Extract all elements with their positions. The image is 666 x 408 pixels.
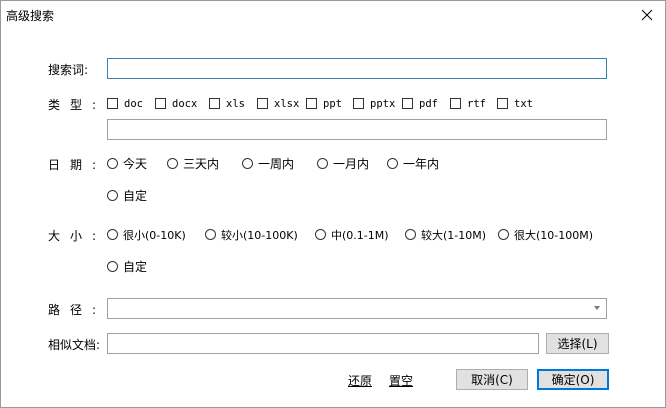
advanced-search-dialog: 高级搜索 搜索词: 类型: doc docx xls xlsx ppt pptx… (0, 0, 666, 408)
path-label: 路径: (48, 303, 107, 317)
date-label: 日期: (48, 158, 107, 172)
size-tiny-radio[interactable]: 很小(0-10K) (107, 227, 186, 243)
type-label: 类型: (48, 98, 107, 112)
similar-docs-input[interactable] (107, 333, 539, 354)
date-custom-radio[interactable]: 自定 (107, 187, 147, 204)
date-month-radio[interactable]: 一月内 (317, 155, 369, 172)
similar-docs-label: 相似文档: (48, 338, 101, 352)
type-custom-input[interactable] (107, 119, 607, 140)
type-xls-checkbox[interactable]: xls (209, 98, 245, 110)
type-doc-checkbox[interactable]: doc (107, 98, 143, 110)
cancel-button[interactable]: 取消(C) (456, 369, 528, 390)
restore-link[interactable]: 还原 (348, 372, 372, 389)
date-3days-radio[interactable]: 三天内 (167, 155, 219, 172)
chevron-down-icon (594, 306, 600, 310)
type-pptx-checkbox[interactable]: pptx (353, 98, 395, 110)
path-dropdown[interactable] (107, 298, 607, 319)
type-pdf-checkbox[interactable]: pdf (402, 98, 438, 110)
search-term-label: 搜索词: (48, 63, 89, 77)
type-rtf-checkbox[interactable]: rtf (450, 98, 486, 110)
window-title: 高级搜索 (6, 9, 55, 23)
date-today-radio[interactable]: 今天 (107, 155, 147, 172)
date-options: 今天 三天内 一周内 一月内 一年内 (107, 156, 607, 171)
size-custom-radio[interactable]: 自定 (107, 258, 147, 275)
size-options: 很小(0-10K) 较小(10-100K) 中(0.1-1M) 较大(1-10M… (107, 227, 607, 242)
type-txt-checkbox[interactable]: txt (497, 98, 533, 110)
size-large-radio[interactable]: 较大(1-10M) (405, 227, 486, 243)
size-label: 大小: (48, 229, 107, 243)
type-xlsx-checkbox[interactable]: xlsx (257, 98, 299, 110)
ok-button[interactable]: 确定(O) (537, 369, 609, 390)
type-ppt-checkbox[interactable]: ppt (306, 98, 342, 110)
search-term-input[interactable] (107, 58, 607, 79)
date-year-radio[interactable]: 一年内 (387, 155, 439, 172)
close-icon (641, 9, 653, 21)
size-medium-radio[interactable]: 中(0.1-1M) (315, 227, 389, 243)
close-button[interactable] (633, 3, 661, 27)
clear-link[interactable]: 置空 (389, 372, 413, 389)
size-huge-radio[interactable]: 很大(10-100M) (498, 227, 593, 243)
choose-button[interactable]: 选择(L) (546, 333, 609, 354)
type-docx-checkbox[interactable]: docx (155, 98, 197, 110)
date-week-radio[interactable]: 一周内 (242, 155, 294, 172)
size-small-radio[interactable]: 较小(10-100K) (205, 227, 298, 243)
title-bar: 高级搜索 (1, 1, 665, 29)
